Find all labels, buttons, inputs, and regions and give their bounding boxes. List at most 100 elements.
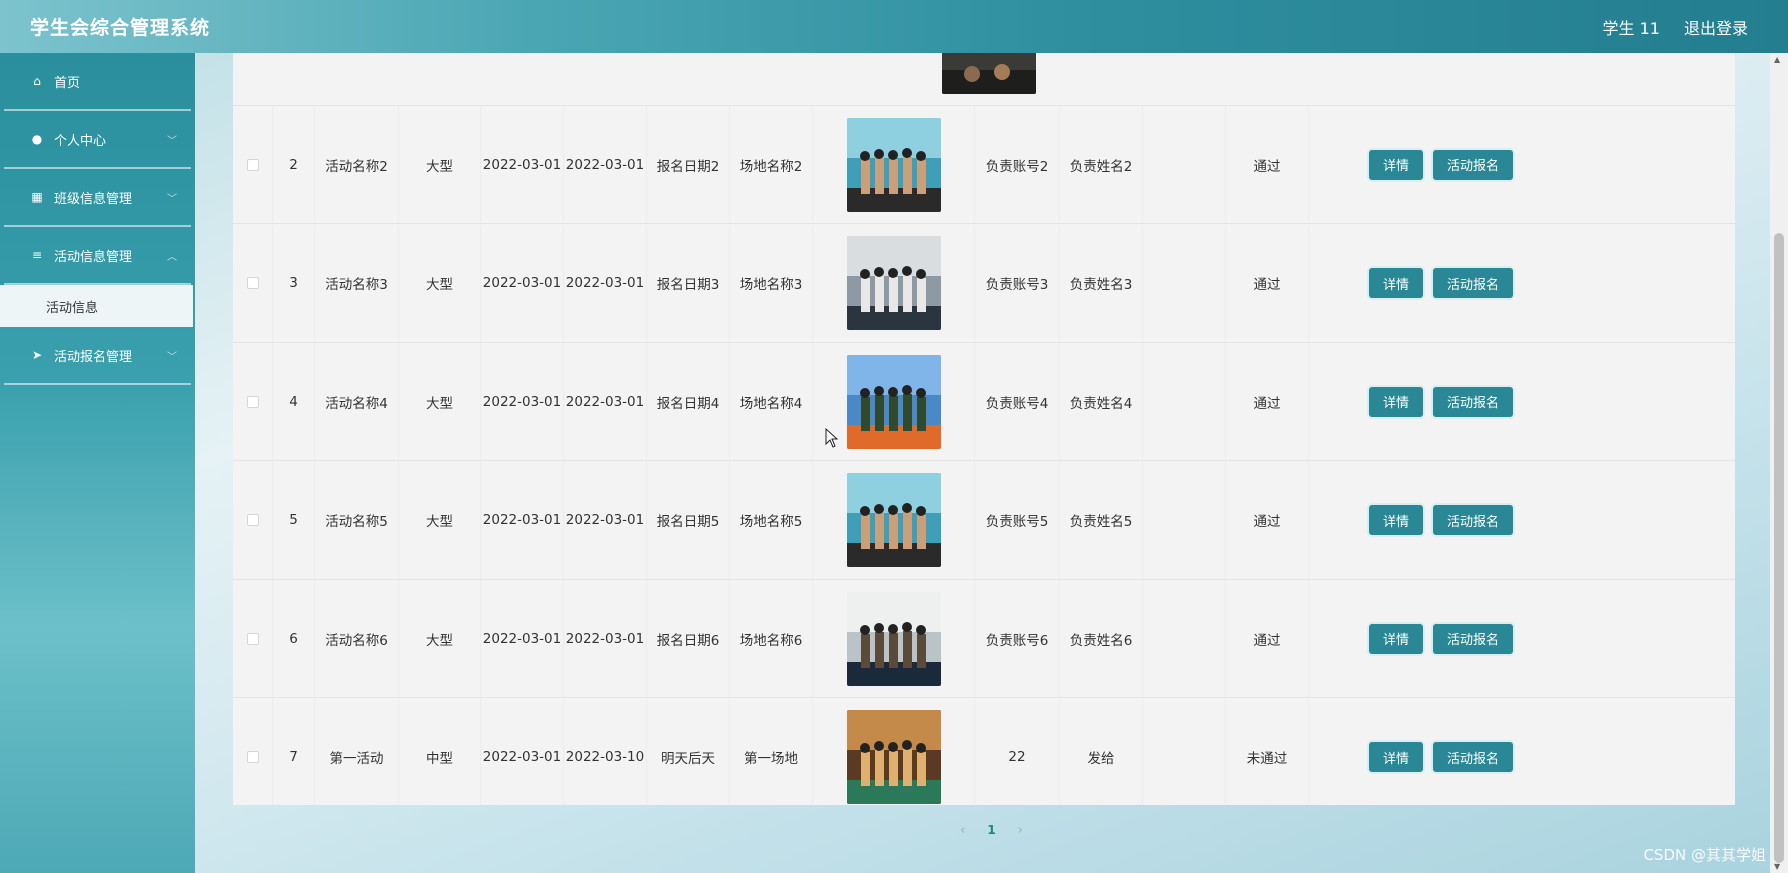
logout-link[interactable]: 退出登录 bbox=[1684, 15, 1748, 39]
sidebar: ⌂ 首页 ● 个人中心 ﹀ ▦ 班级信息管理 ﹀ ≡ 活动信息管理 ︿ 活动信息… bbox=[0, 53, 195, 873]
sliders-icon: ≡ bbox=[31, 248, 43, 262]
page-number-current[interactable]: 1 bbox=[987, 823, 995, 837]
cell-no: 4 bbox=[289, 393, 298, 410]
detail-button[interactable]: 详情 bbox=[1369, 623, 1423, 654]
row-checkbox[interactable] bbox=[246, 632, 259, 645]
detail-button[interactable]: 详情 bbox=[1369, 505, 1423, 535]
current-user[interactable]: 学生 11 bbox=[1603, 15, 1660, 39]
cell-type: 大型 bbox=[426, 514, 453, 530]
cell-reg: 报名日期6 bbox=[656, 632, 720, 649]
cell-name: 活动名称4 bbox=[325, 395, 388, 412]
cell-end: 2022-03-01 bbox=[565, 156, 645, 173]
sidebar-item-label: 首页 bbox=[54, 75, 81, 91]
table-row: 6 活动名称6 大型 2022-03-01 2022-03-01 报名日期6 场地名称6 负责… bbox=[233, 580, 1735, 698]
cell-reg: 明天后天 bbox=[661, 751, 715, 767]
cell-name: 第一活动 bbox=[329, 751, 384, 767]
cell-type: 大型 bbox=[426, 632, 453, 649]
table-row bbox=[233, 53, 1735, 106]
cell-name: 活动名称2 bbox=[325, 158, 388, 175]
activity-signup-button[interactable]: 活动报名 bbox=[1433, 623, 1513, 654]
row-checkbox[interactable] bbox=[246, 751, 259, 763]
sidebar-item-label: 班级信息管理 bbox=[54, 191, 133, 207]
cell-status: 通过 bbox=[1253, 632, 1281, 649]
scroll-up-icon[interactable]: ▲ bbox=[1774, 55, 1780, 64]
home-icon: ⌂ bbox=[33, 74, 41, 88]
cell-person: 负责姓名3 bbox=[1069, 277, 1133, 293]
detail-button[interactable]: 详情 bbox=[1369, 268, 1423, 298]
cell-name: 活动名称5 bbox=[325, 514, 388, 530]
send-icon: ➤ bbox=[31, 348, 43, 362]
activity-signup-button[interactable]: 活动报名 bbox=[1433, 386, 1513, 417]
cell-end: 2022-03-01 bbox=[565, 630, 645, 647]
sidebar-item-label: 活动信息管理 bbox=[54, 249, 133, 265]
table-row: 7 第一活动 中型 2022-03-01 2022-03-10 明天后天 第一场地 22 发给 未… bbox=[233, 698, 1735, 805]
main-content: 2 活动名称2 大型 2022-03-01 2022-03-01 报名日期2 场地名称2 负责… bbox=[195, 53, 1788, 873]
user-icon: ● bbox=[31, 132, 43, 146]
chevron-up-icon: ︿ bbox=[167, 251, 177, 263]
cell-venue: 第一场地 bbox=[744, 751, 798, 767]
cell-reg: 报名日期5 bbox=[656, 514, 720, 530]
vertical-scrollbar[interactable]: ▲ ▼ bbox=[1770, 53, 1788, 873]
activity-signup-button[interactable]: 活动报名 bbox=[1433, 742, 1513, 772]
activity-signup-button[interactable]: 活动报名 bbox=[1433, 268, 1513, 298]
scroll-down-icon[interactable]: ▼ bbox=[1774, 862, 1780, 871]
sidebar-item-class-management[interactable]: ▦ 班级信息管理 ﹀ bbox=[4, 169, 191, 227]
cell-no: 3 bbox=[289, 275, 298, 291]
cell-start: 2022-03-01 bbox=[482, 156, 562, 173]
detail-button[interactable]: 详情 bbox=[1369, 386, 1423, 417]
prev-page-button[interactable]: ‹ bbox=[960, 823, 965, 838]
cell-end: 2022-03-01 bbox=[565, 512, 645, 528]
cell-no: 5 bbox=[289, 512, 298, 528]
sidebar-item-personal-center[interactable]: ● 个人中心 ﹀ bbox=[4, 111, 191, 169]
cell-no: 6 bbox=[289, 630, 298, 647]
sidebar-subitem-activity-info[interactable]: 活动信息 bbox=[0, 285, 193, 327]
cell-acct: 负责账号5 bbox=[985, 514, 1049, 530]
cell-status: 未通过 bbox=[1246, 751, 1288, 767]
cell-person: 负责姓名5 bbox=[1069, 514, 1133, 530]
mouse-cursor-icon bbox=[825, 428, 839, 448]
cell-acct: 负责账号3 bbox=[985, 277, 1049, 293]
row-checkbox[interactable] bbox=[246, 395, 259, 408]
activity-photo bbox=[846, 236, 941, 330]
cell-venue: 场地名称2 bbox=[739, 158, 803, 175]
cell-status: 通过 bbox=[1253, 395, 1281, 412]
detail-button[interactable]: 详情 bbox=[1369, 149, 1423, 180]
cell-type: 大型 bbox=[426, 395, 453, 412]
cell-name: 活动名称6 bbox=[325, 632, 388, 649]
detail-button[interactable]: 详情 bbox=[1369, 742, 1423, 772]
sidebar-item-signup-management[interactable]: ➤ 活动报名管理 ﹀ bbox=[4, 327, 191, 385]
cell-reg: 报名日期3 bbox=[656, 277, 720, 293]
cell-person: 负责姓名6 bbox=[1069, 632, 1133, 649]
cell-type: 大型 bbox=[426, 277, 453, 293]
activity-photo bbox=[846, 591, 941, 686]
cell-venue: 场地名称5 bbox=[739, 514, 803, 530]
activity-photo bbox=[846, 354, 941, 449]
activity-photo bbox=[846, 473, 941, 567]
sidebar-item-activity-management[interactable]: ≡ 活动信息管理 ︿ bbox=[4, 227, 191, 285]
table-row: 3 活动名称3 大型 2022-03-01 2022-03-01 报名日期3 场地名称3 负责… bbox=[233, 224, 1735, 343]
chevron-down-icon: ﹀ bbox=[167, 193, 177, 205]
row-checkbox[interactable] bbox=[246, 514, 259, 526]
next-page-button[interactable]: › bbox=[1018, 823, 1023, 838]
activity-photo bbox=[846, 710, 941, 804]
sidebar-item-label: 活动报名管理 bbox=[54, 349, 133, 365]
table-row: 4 活动名称4 大型 2022-03-01 2022-03-01 报名日期4 场地名称4 负责… bbox=[233, 343, 1735, 461]
row-checkbox[interactable] bbox=[246, 277, 259, 289]
activity-table: 2 活动名称2 大型 2022-03-01 2022-03-01 报名日期2 场地名称2 负责… bbox=[233, 53, 1735, 805]
activity-signup-button[interactable]: 活动报名 bbox=[1433, 149, 1513, 180]
cell-type: 中型 bbox=[426, 751, 453, 767]
cell-venue: 场地名称4 bbox=[739, 395, 803, 412]
cell-status: 通过 bbox=[1253, 514, 1281, 530]
cell-status: 通过 bbox=[1253, 158, 1281, 175]
cell-name: 活动名称3 bbox=[325, 277, 388, 293]
pagination: ‹ 1 › bbox=[195, 815, 1788, 845]
cell-type: 大型 bbox=[426, 158, 453, 175]
cell-end: 2022-03-01 bbox=[565, 275, 645, 291]
cell-start: 2022-03-01 bbox=[482, 393, 562, 410]
activity-signup-button[interactable]: 活动报名 bbox=[1433, 505, 1513, 535]
sidebar-item-home[interactable]: ⌂ 首页 bbox=[4, 53, 191, 111]
row-checkbox[interactable] bbox=[246, 158, 259, 171]
scrollbar-thumb[interactable] bbox=[1774, 233, 1784, 863]
cell-status: 通过 bbox=[1253, 277, 1281, 293]
watermark: CSDN @其其学姐 bbox=[1643, 846, 1766, 864]
